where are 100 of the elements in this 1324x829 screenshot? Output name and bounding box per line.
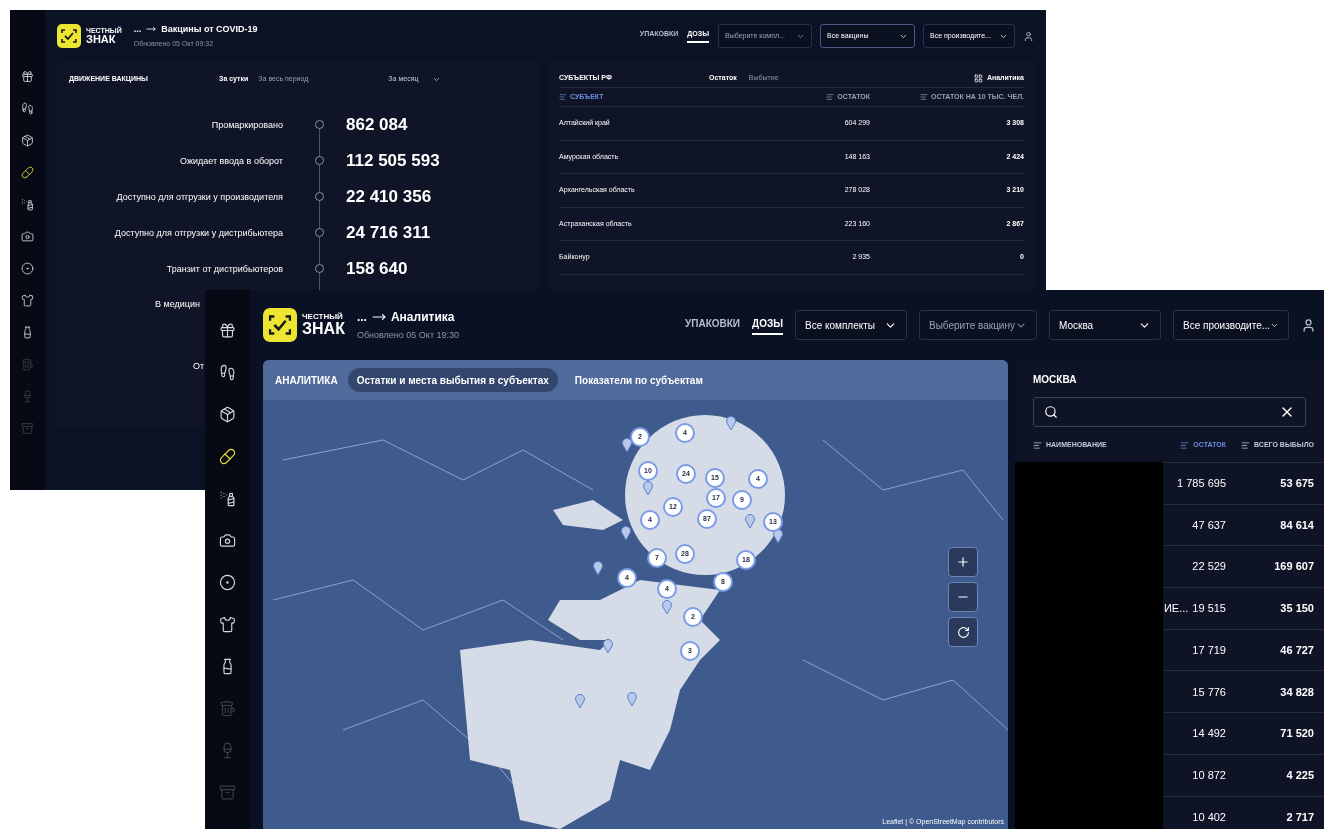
sidebar-item[interactable] [219, 574, 236, 591]
location-pin-icon[interactable] [622, 438, 632, 452]
search-field[interactable] [1033, 397, 1306, 427]
location-pin-icon[interactable] [745, 514, 755, 528]
breadcrumb-ellipsis[interactable]: ... [356, 307, 367, 326]
sort-icon [1241, 441, 1251, 450]
table-cell-text: 2 717 [1285, 809, 1314, 825]
table-cell-text: 47 637 [1192, 517, 1226, 533]
beer-mug-icon [21, 358, 34, 371]
zoom-in-button[interactable] [948, 547, 978, 577]
map-tab[interactable]: Остатки и места выбытия в субъектах [347, 368, 558, 392]
user-icon[interactable] [1023, 30, 1034, 42]
rotate-icon [956, 625, 970, 639]
table-cell-text: 34 828 [1279, 684, 1314, 700]
gift-icon [21, 70, 34, 83]
sidebar-item[interactable] [21, 230, 34, 243]
breadcrumb-ellipsis[interactable]: ... [133, 22, 142, 36]
sidebar-item[interactable] [21, 166, 34, 179]
nav-tab[interactable]: ДОЗЫ [752, 315, 783, 335]
sidebar-item[interactable] [21, 134, 34, 147]
metric-value: 24 716 311 [346, 221, 431, 244]
sort-icon [826, 93, 835, 101]
panel-title: АНАЛИТИКА [275, 373, 338, 388]
location-pin-icon[interactable] [773, 529, 783, 543]
sidebar-item[interactable] [219, 490, 236, 507]
sort-icon [1180, 441, 1190, 450]
sort-icon [1033, 441, 1042, 450]
sidebar-item[interactable] [21, 102, 34, 115]
filter-dropdown[interactable]: Все комплекты [795, 310, 907, 340]
metric-label: Доступно для отгрузки у дистрибьютера [113, 226, 283, 239]
footprints-icon [21, 102, 34, 115]
sort-icon [559, 93, 567, 101]
package-icon [219, 406, 236, 423]
user-icon[interactable] [1301, 317, 1316, 333]
location-pin-icon[interactable] [726, 416, 736, 430]
sidebar-item[interactable] [21, 294, 34, 307]
spray-can-icon [219, 490, 236, 507]
metric-value: 112 505 593 [346, 149, 440, 172]
location-pin-icon[interactable] [575, 694, 585, 708]
table-cell-text: 71 520 [1279, 726, 1314, 742]
ring-icon [21, 262, 34, 275]
table-cell-text: 14 492 [1192, 726, 1226, 742]
logo-icon [263, 308, 297, 342]
nav-tab[interactable]: УПАКОВКИ [685, 315, 741, 335]
filter-dropdown[interactable]: Москва [1049, 310, 1161, 340]
table-cell-text: 10 872 [1192, 767, 1226, 783]
grid-icon [973, 74, 983, 83]
metric-label: От [193, 359, 205, 373]
package-icon [21, 134, 34, 147]
logo-text: ЧЕСТНЫЙ [302, 313, 344, 321]
sidebar-item[interactable] [219, 322, 236, 339]
location-pin-icon[interactable] [627, 692, 637, 706]
table-cell-text: 1 785 695 [1177, 476, 1226, 492]
metric-value: 862 084 [346, 113, 408, 136]
ring-icon [219, 574, 236, 591]
table-cell-text: ИЕ... [1162, 601, 1189, 617]
sidebar-item[interactable] [219, 448, 236, 465]
pill-icon [21, 166, 34, 179]
wine-glass-icon [21, 390, 34, 403]
milk-carton-icon [21, 326, 34, 339]
sidebar-item[interactable] [219, 406, 236, 423]
logo-icon [57, 24, 81, 48]
location-pin-icon[interactable] [593, 561, 603, 575]
table-cell-text: 4 225 [1285, 767, 1314, 783]
metric-value: 158 640 [346, 257, 408, 280]
location-pin-icon[interactable] [603, 639, 613, 653]
metric-label: Доступно для отгрузки у производителя [115, 190, 283, 203]
table-cell-text: 19 515 [1192, 601, 1226, 617]
shirt-icon [219, 616, 236, 633]
table-cell-text: 10 402 [1192, 809, 1226, 825]
table-cell-text: 84 614 [1279, 517, 1314, 533]
map-tab[interactable]: Показатели по субъектам [565, 368, 712, 392]
sidebar-item[interactable] [21, 198, 34, 211]
table-cell-text: 17 719 [1192, 642, 1226, 658]
metric-label: В медицин [155, 297, 200, 311]
reset-button[interactable] [948, 617, 978, 647]
sidebar-item[interactable] [21, 70, 34, 83]
filter-dropdown[interactable]: Выберите вакцину [919, 310, 1037, 340]
sidebar-item[interactable] [219, 364, 236, 381]
sort-icon [920, 93, 929, 101]
shirt-icon [21, 294, 34, 307]
sidebar-item[interactable] [21, 262, 34, 275]
camera-icon [21, 230, 34, 243]
table-cell-text: 15 776 [1192, 684, 1226, 700]
zoom-out-button[interactable] [948, 582, 978, 612]
sidebar-item[interactable] [219, 616, 236, 633]
sidebar-item[interactable] [219, 532, 236, 549]
sidebar-item[interactable] [21, 326, 34, 339]
location-pin-icon[interactable] [662, 600, 672, 614]
archive-box-icon [21, 422, 34, 435]
location-pin-icon[interactable] [621, 526, 631, 540]
archive-box-icon [219, 784, 236, 801]
gift-icon [219, 322, 236, 339]
metric-value: 22 410 356 [346, 185, 432, 208]
spray-can-icon [21, 198, 34, 211]
page-title: Аналитика [390, 308, 455, 326]
location-pin-icon[interactable] [643, 481, 653, 495]
logo-text: ЗНАК [302, 321, 345, 337]
filter-dropdown[interactable]: Все производите... [1173, 310, 1289, 340]
table-cell-text: 46 727 [1279, 642, 1314, 658]
